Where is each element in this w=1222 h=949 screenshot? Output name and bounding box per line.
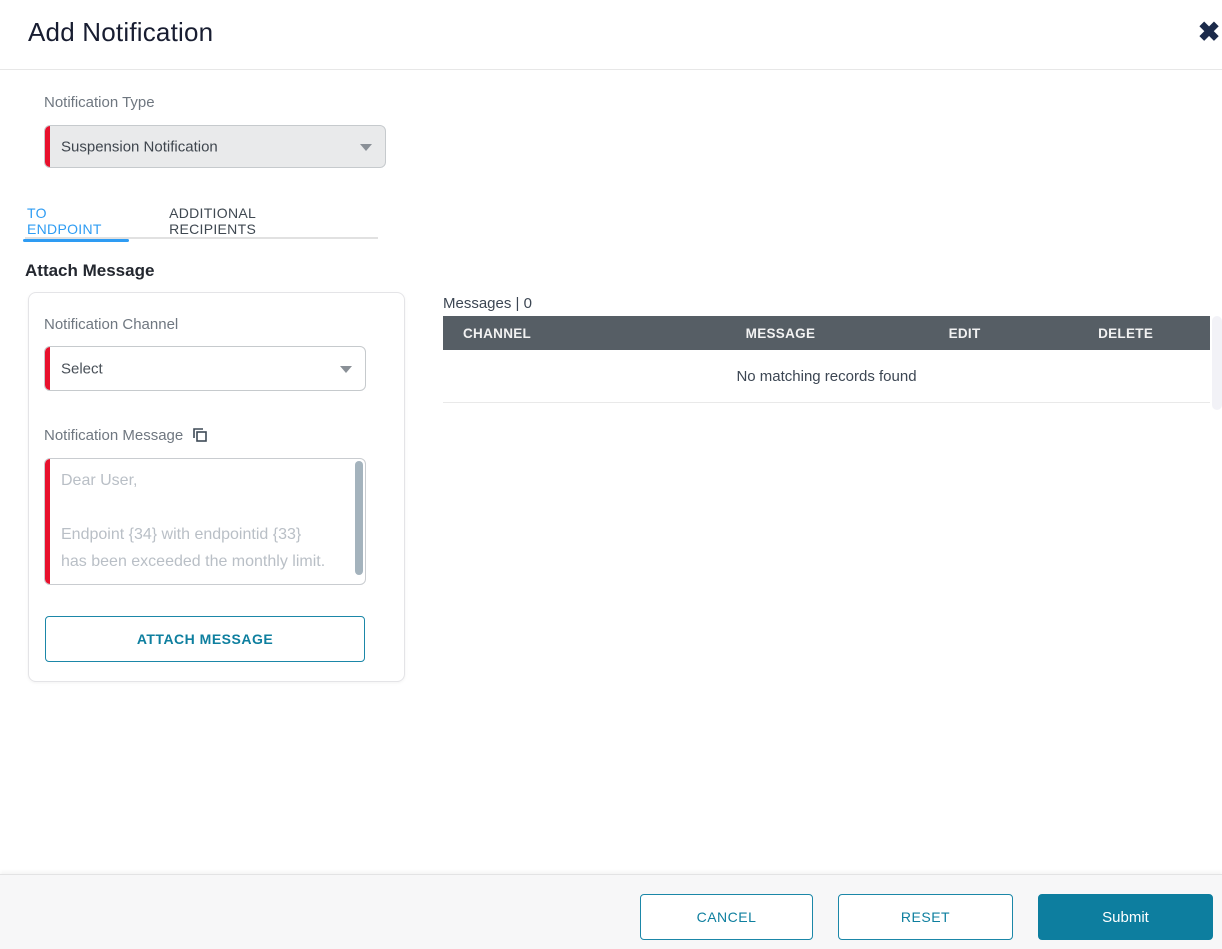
tab-label: TO ENDPOINT xyxy=(27,205,113,237)
add-notification-modal: Add Notification ✖ Notification Type Sus… xyxy=(0,0,1222,949)
column-header-channel: CHANNEL xyxy=(443,326,673,341)
notification-type-value: Suspension Notification xyxy=(61,138,218,155)
close-button[interactable]: ✖ xyxy=(1189,12,1222,52)
reset-button[interactable]: RESET xyxy=(838,894,1013,940)
messages-table: CHANNEL MESSAGE EDIT DELETE No matching … xyxy=(443,316,1210,403)
empty-state-text: No matching records found xyxy=(736,368,916,385)
tab-to-endpoint[interactable]: TO ENDPOINT xyxy=(25,203,115,239)
page-title: Add Notification xyxy=(28,17,213,48)
required-indicator xyxy=(45,459,50,584)
required-indicator xyxy=(45,347,50,390)
notification-channel-label: Notification Channel xyxy=(44,316,178,333)
notification-message-label: Notification Message xyxy=(44,427,183,444)
required-indicator xyxy=(45,126,50,167)
notification-message-textarea[interactable]: Dear User, Endpoint {34} with endpointid… xyxy=(44,458,366,585)
submit-button[interactable]: Submit xyxy=(1038,894,1213,940)
messages-counter: Messages | 0 xyxy=(443,295,532,312)
chevron-down-icon xyxy=(360,144,372,151)
table-empty-row: No matching records found xyxy=(443,350,1210,403)
notification-channel-value: Select xyxy=(61,360,103,377)
tab-bar: TO ENDPOINT ADDITIONAL RECIPIENTS xyxy=(25,203,378,239)
textarea-placeholder: Dear User, Endpoint {34} with endpointid… xyxy=(61,467,331,575)
column-header-delete: DELETE xyxy=(1041,326,1210,341)
tab-label: ADDITIONAL RECIPIENTS xyxy=(169,205,324,237)
table-header-row: CHANNEL MESSAGE EDIT DELETE xyxy=(443,316,1210,350)
attach-message-heading: Attach Message xyxy=(25,261,154,281)
column-header-edit: EDIT xyxy=(888,326,1041,341)
notification-message-label-row: Notification Message xyxy=(44,426,209,444)
notification-type-select[interactable]: Suspension Notification xyxy=(44,125,386,168)
close-icon: ✖ xyxy=(1198,17,1221,47)
notification-type-label: Notification Type xyxy=(44,94,155,111)
modal-footer: CANCEL RESET Submit xyxy=(0,874,1222,949)
textarea-scrollbar[interactable] xyxy=(355,461,363,575)
cancel-button[interactable]: CANCEL xyxy=(640,894,813,940)
table-scrollbar-track[interactable] xyxy=(1212,316,1222,410)
modal-header: Add Notification ✖ xyxy=(0,0,1222,70)
notification-channel-select[interactable]: Select xyxy=(44,346,366,391)
column-header-message: MESSAGE xyxy=(673,326,888,341)
chevron-down-icon xyxy=(340,366,352,373)
attach-message-button[interactable]: ATTACH MESSAGE xyxy=(45,616,365,662)
tab-additional-recipients[interactable]: ADDITIONAL RECIPIENTS xyxy=(167,203,326,239)
copy-icon[interactable] xyxy=(191,426,209,444)
